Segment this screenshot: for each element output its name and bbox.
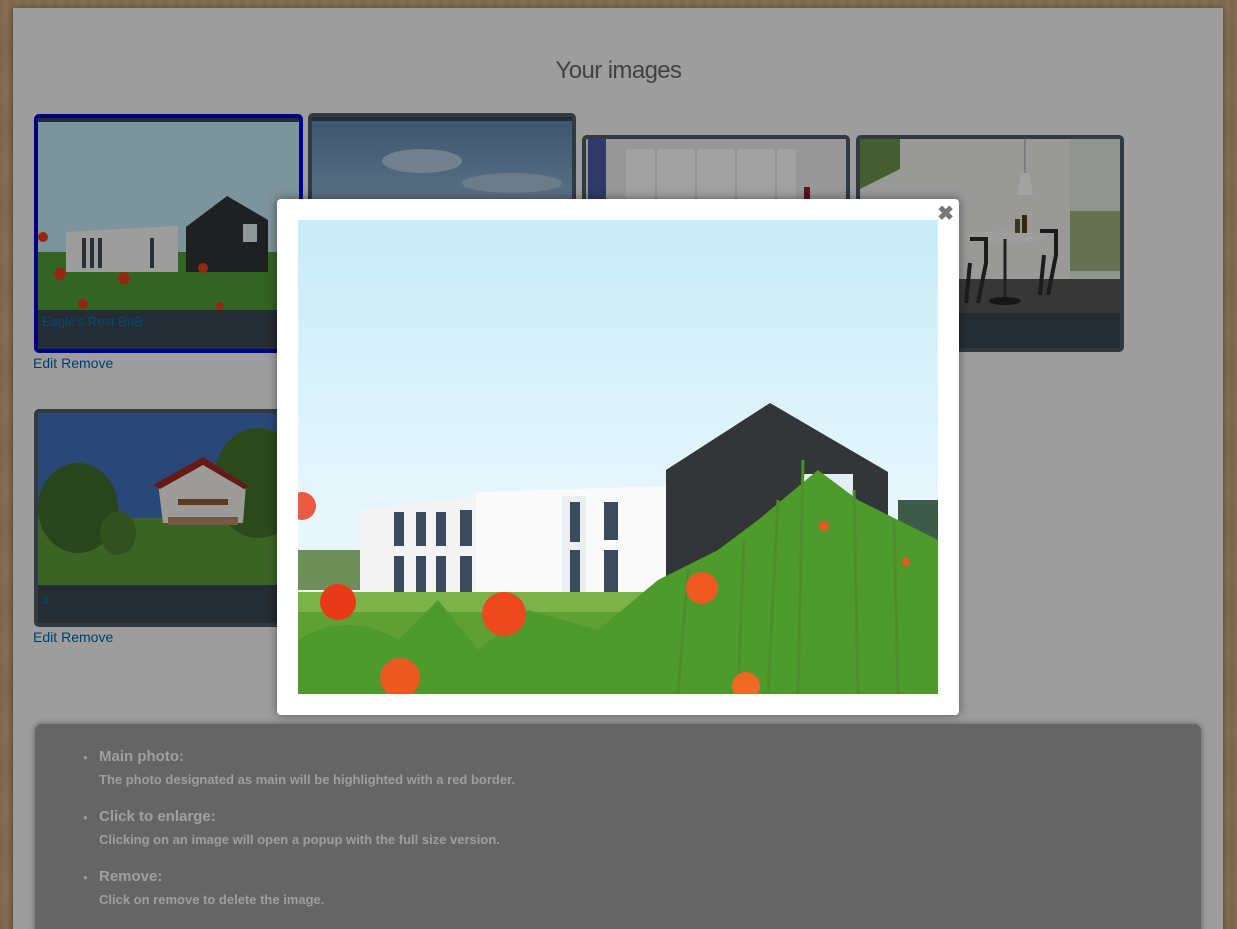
enlarged-house-photo[interactable]	[298, 220, 938, 694]
close-icon[interactable]: ✖	[937, 201, 954, 226]
image-lightbox: ✖	[277, 199, 959, 715]
